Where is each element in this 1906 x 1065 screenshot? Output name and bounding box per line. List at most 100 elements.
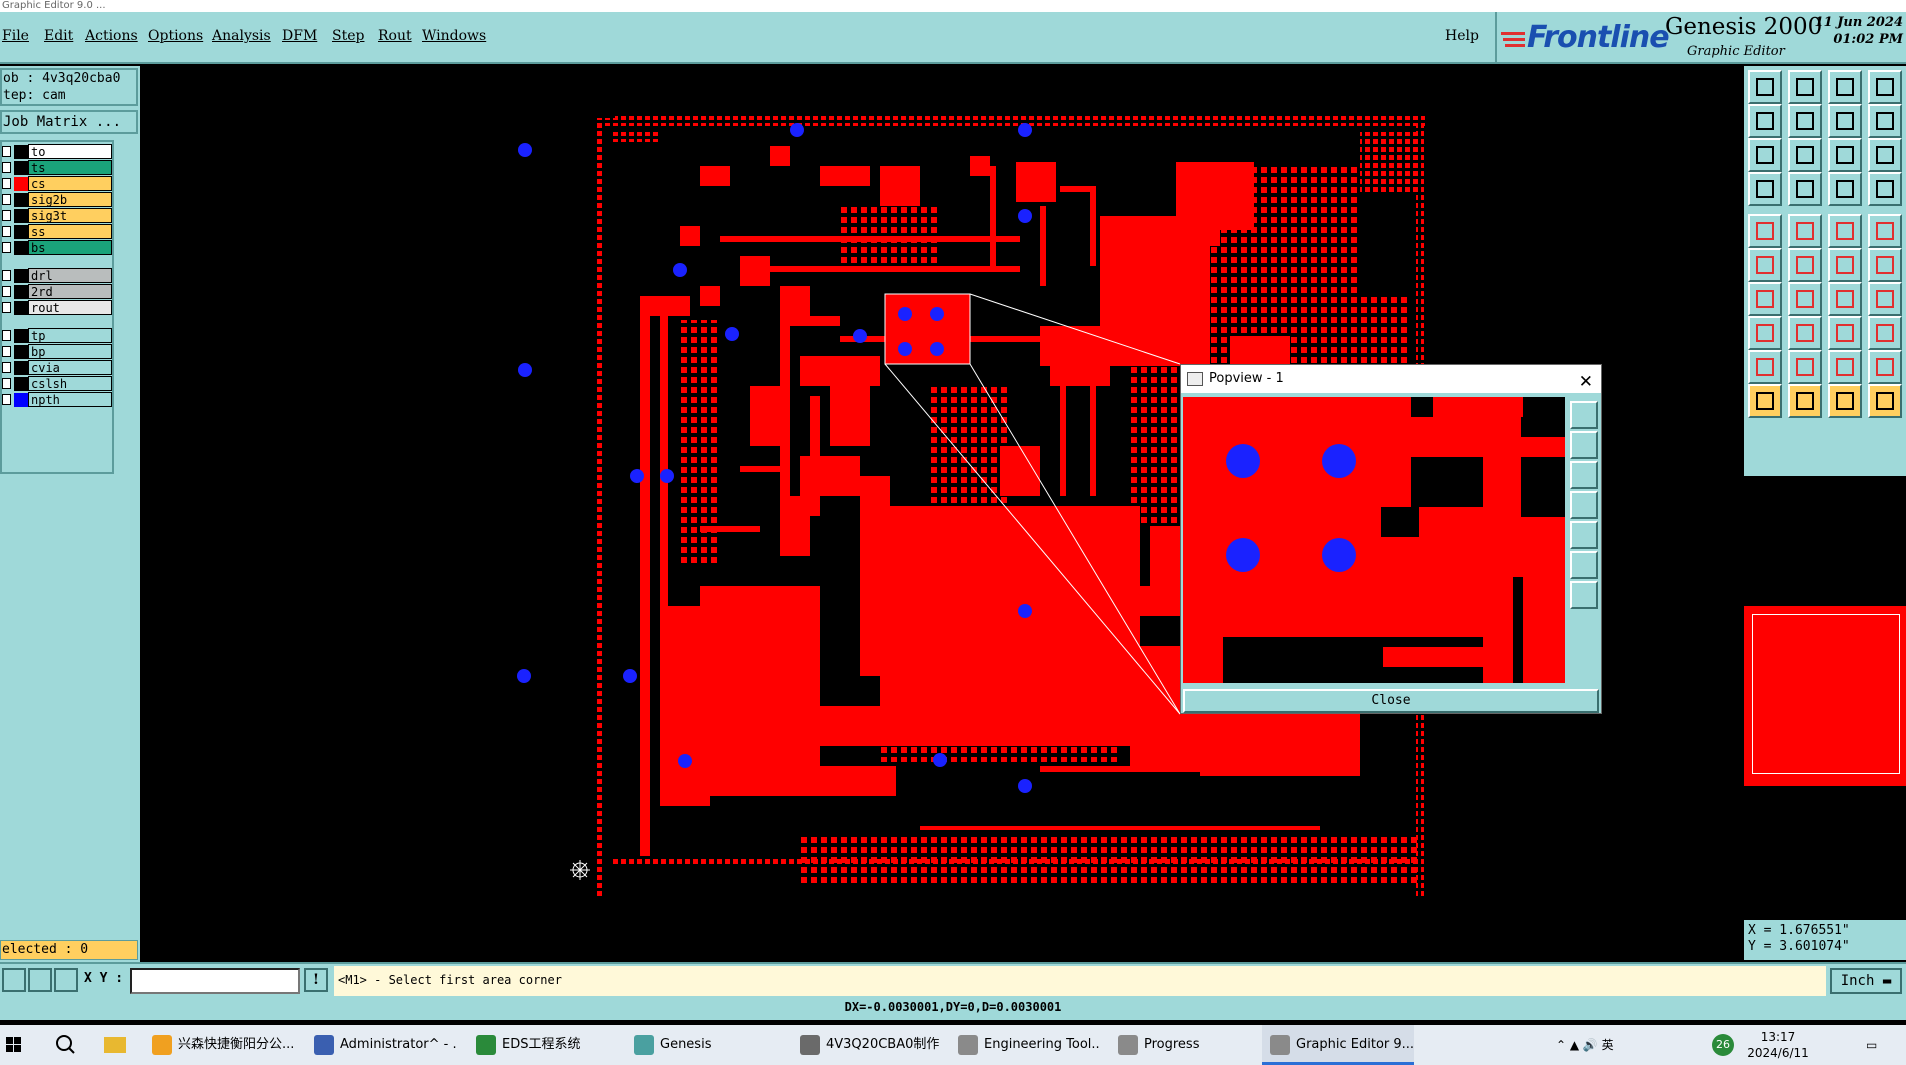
- ratio-icon[interactable]: [1828, 138, 1862, 172]
- layer-row-2rd[interactable]: 2rd: [2, 284, 114, 299]
- layer-row-cs[interactable]: cs: [2, 176, 114, 191]
- layer-color-swatch[interactable]: [14, 393, 28, 407]
- triangle-b-icon[interactable]: [1788, 350, 1822, 384]
- layer-row-to[interactable]: to: [2, 144, 114, 159]
- intersect-icon[interactable]: [1788, 248, 1822, 282]
- layer-color-swatch[interactable]: [14, 145, 28, 159]
- menu-file[interactable]: File: [2, 28, 29, 44]
- layer-color-swatch[interactable]: [14, 225, 28, 239]
- layer-color-swatch[interactable]: [14, 209, 28, 223]
- menu-dfm[interactable]: DFM: [282, 28, 317, 44]
- job-matrix-button[interactable]: Job Matrix ...: [0, 110, 138, 134]
- help-icon[interactable]: [1868, 138, 1902, 172]
- line-red-icon[interactable]: [1828, 248, 1862, 282]
- menu-actions[interactable]: Actions: [85, 28, 138, 44]
- xy-input[interactable]: [130, 968, 300, 994]
- layer-row-rout[interactable]: rout: [2, 300, 114, 315]
- layer-row-ts[interactable]: ts: [2, 160, 114, 175]
- layer-color-icon[interactable]: [1788, 214, 1822, 248]
- taskbar-app-7[interactable]: Graphic Editor 9....: [1262, 1025, 1414, 1065]
- layer-name[interactable]: to: [28, 144, 112, 159]
- pointer-2-icon[interactable]: [1788, 384, 1822, 418]
- notification-icon[interactable]: ▭: [1866, 1025, 1877, 1065]
- layer-checkbox[interactable]: [2, 194, 11, 205]
- layer-color-swatch[interactable]: [14, 377, 28, 391]
- taskbar-app-2[interactable]: EDS工程系统: [468, 1025, 616, 1065]
- triangle-d-icon[interactable]: [1868, 350, 1902, 384]
- layer-checkbox[interactable]: [2, 378, 11, 389]
- menu-step[interactable]: Step: [332, 28, 364, 44]
- taskbar-app-6[interactable]: Progress: [1110, 1025, 1250, 1065]
- profile-red-icon[interactable]: [1828, 172, 1862, 206]
- slash-icon[interactable]: [1788, 282, 1822, 316]
- menu-rout[interactable]: Rout: [378, 28, 412, 44]
- layer-row-bs[interactable]: bs: [2, 240, 114, 255]
- ime-indicator[interactable]: 英: [1602, 1038, 1614, 1052]
- home-icon[interactable]: [1828, 70, 1862, 104]
- menu-options[interactable]: Options: [148, 28, 203, 44]
- layer-name[interactable]: drl: [28, 268, 112, 283]
- mirror-icon[interactable]: [1828, 316, 1862, 350]
- window-split-icon[interactable]: [1868, 70, 1902, 104]
- taskbar-app-3[interactable]: Genesis: [626, 1025, 782, 1065]
- layer-checkbox[interactable]: [2, 286, 11, 297]
- layer-name[interactable]: cs: [28, 176, 112, 191]
- layer-name[interactable]: rout: [28, 300, 112, 315]
- layer-name[interactable]: bs: [28, 240, 112, 255]
- popview-tool-1[interactable]: [1570, 401, 1598, 429]
- arc-icon[interactable]: [1828, 282, 1862, 316]
- measure-icon[interactable]: [1748, 172, 1782, 206]
- layer-row-bp[interactable]: bp: [2, 344, 114, 359]
- layer-color-swatch[interactable]: [14, 329, 28, 343]
- layer-name[interactable]: 2rd: [28, 284, 112, 299]
- popview-close-button[interactable]: Close: [1183, 689, 1599, 713]
- parallel-icon[interactable]: [1868, 282, 1902, 316]
- layer-checkbox[interactable]: [2, 346, 11, 357]
- menu-analysis[interactable]: Analysis: [212, 28, 271, 44]
- cmd-tool-1-icon[interactable]: [2, 968, 26, 992]
- angle-icon[interactable]: [1748, 282, 1782, 316]
- popview-tool-4[interactable]: [1570, 491, 1598, 519]
- layer-name[interactable]: sig3t: [28, 208, 112, 223]
- layer-checkbox[interactable]: [2, 394, 11, 405]
- popview-tool-5[interactable]: [1570, 521, 1598, 549]
- layer-checkbox[interactable]: [2, 330, 11, 341]
- layer-name[interactable]: bp: [28, 344, 112, 359]
- layer-color-swatch[interactable]: [14, 345, 28, 359]
- popview-tool-2[interactable]: [1570, 431, 1598, 459]
- layer-checkbox[interactable]: [2, 146, 11, 157]
- snap-icon[interactable]: [1828, 104, 1862, 138]
- layer-color-swatch[interactable]: [14, 361, 28, 375]
- layer-checkbox[interactable]: [2, 302, 11, 313]
- layer-color-swatch[interactable]: [14, 241, 28, 255]
- layer-checkbox[interactable]: [2, 362, 11, 373]
- layer-checkbox[interactable]: [2, 242, 11, 253]
- zoom-out-icon[interactable]: [1788, 104, 1822, 138]
- connect-icon[interactable]: [1748, 248, 1782, 282]
- grid-icon[interactable]: [1788, 172, 1822, 206]
- pad-add-icon[interactable]: [1748, 316, 1782, 350]
- alert-icon[interactable]: !: [304, 968, 328, 992]
- units-button[interactable]: Inch ▬: [1830, 968, 1902, 994]
- zoom-in-box-icon[interactable]: [1748, 104, 1782, 138]
- clock[interactable]: 13:17 2024/6/11: [1746, 1029, 1810, 1065]
- minus-icon[interactable]: [1788, 316, 1822, 350]
- layer-name[interactable]: sig2b: [28, 192, 112, 207]
- menu-help[interactable]: Help: [1445, 28, 1479, 44]
- fit-view-icon[interactable]: [1748, 138, 1782, 172]
- start-button[interactable]: [0, 1025, 44, 1065]
- triangle-a-icon[interactable]: [1748, 350, 1782, 384]
- layer-name[interactable]: ts: [28, 160, 112, 175]
- pointer-3-icon[interactable]: [1828, 384, 1862, 418]
- layer-checkbox[interactable]: [2, 178, 11, 189]
- layer-color-swatch[interactable]: [14, 177, 28, 191]
- layer-row-cvia[interactable]: cvia: [2, 360, 114, 375]
- menu-windows[interactable]: Windows: [422, 28, 486, 44]
- pointer-4-icon[interactable]: [1868, 384, 1902, 418]
- layer-name[interactable]: ss: [28, 224, 112, 239]
- feature-tool-icon[interactable]: [1748, 214, 1782, 248]
- save-icon[interactable]: [1788, 70, 1822, 104]
- taskbar-app-0[interactable]: 兴森快捷衡阳分公...: [144, 1025, 296, 1065]
- layer-row-sig2b[interactable]: sig2b: [2, 192, 114, 207]
- file-explorer-button[interactable]: [96, 1025, 140, 1065]
